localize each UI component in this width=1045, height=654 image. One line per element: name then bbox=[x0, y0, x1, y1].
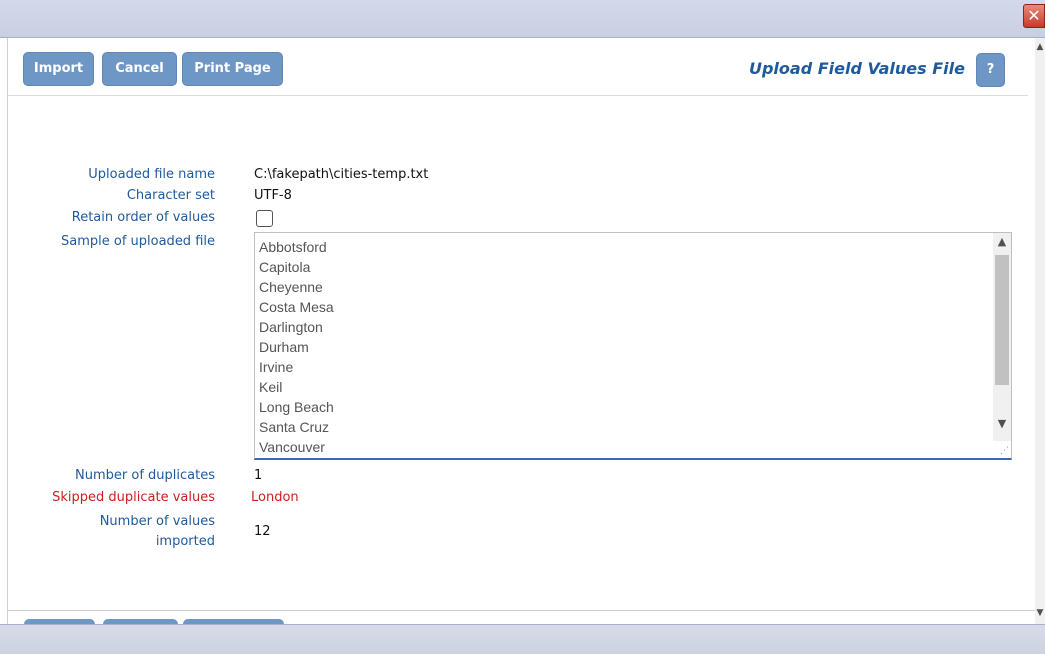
sample-line: Cheyenne bbox=[259, 279, 323, 295]
sample-textarea[interactable]: Abbotsford Capitola Cheyenne Costa Mesa Darl… bbox=[254, 232, 1012, 460]
retain-order-row: Retain order of values bbox=[8, 210, 1008, 230]
sample-scrollbar[interactable]: ▲ ▼ bbox=[993, 233, 1011, 441]
charset-label: Character set bbox=[126, 188, 215, 203]
file-name-row: Uploaded file name C:\fakepath\cities-te… bbox=[8, 167, 1008, 187]
bottom-divider bbox=[7, 610, 1035, 611]
duplicates-row: Number of duplicates 1 bbox=[8, 468, 1008, 488]
duplicates-label: Number of duplicates bbox=[75, 468, 215, 483]
dialog-title: Upload Field Values File bbox=[748, 59, 965, 78]
duplicates-value: 1 bbox=[254, 468, 263, 483]
sample-line: Capitola bbox=[259, 259, 311, 275]
toolbar: Import Cancel Print Page Upload Field Va… bbox=[8, 38, 1028, 96]
chevron-up-icon[interactable]: ▲ bbox=[1035, 42, 1045, 52]
imported-label-line2: imported bbox=[155, 534, 215, 549]
chevron-down-icon[interactable]: ▼ bbox=[993, 415, 1011, 433]
window-title-bar: ✕ bbox=[0, 0, 1045, 38]
chevron-up-icon[interactable]: ▲ bbox=[993, 233, 1011, 251]
sample-line: Irvine bbox=[259, 359, 294, 375]
imported-row: Number of values imported 12 bbox=[8, 512, 1008, 552]
charset-row: Character set UTF-8 bbox=[8, 188, 1008, 208]
import-button[interactable]: Import bbox=[23, 52, 94, 86]
sample-line: Darlington bbox=[259, 319, 323, 335]
sample-line: Long Beach bbox=[259, 399, 334, 415]
dialog-frame: Import Cancel Print Page Upload Field Va… bbox=[7, 38, 1035, 624]
scrollbar-thumb[interactable] bbox=[995, 255, 1009, 385]
retain-order-checkbox[interactable] bbox=[256, 210, 273, 227]
imported-value: 12 bbox=[254, 524, 271, 539]
close-icon[interactable]: ✕ bbox=[1023, 4, 1045, 28]
chevron-down-icon[interactable]: ▼ bbox=[1035, 608, 1045, 618]
sample-line: Vancouver bbox=[259, 439, 325, 455]
skipped-value: London bbox=[251, 490, 299, 505]
help-button[interactable]: ? bbox=[976, 53, 1005, 87]
file-name-label: Uploaded file name bbox=[88, 167, 215, 182]
sample-line: Santa Cruz bbox=[259, 419, 330, 435]
status-bar bbox=[0, 624, 1045, 654]
sample-line: Abbotsford bbox=[259, 239, 327, 255]
charset-value: UTF-8 bbox=[254, 188, 292, 203]
sample-line: Keil bbox=[259, 379, 283, 395]
file-name-value: C:\fakepath\cities-temp.txt bbox=[254, 167, 429, 182]
sample-label: Sample of uploaded file bbox=[61, 234, 215, 249]
skipped-row: Skipped duplicate values London bbox=[8, 490, 1008, 510]
skipped-label: Skipped duplicate values bbox=[52, 490, 215, 505]
sample-lines: Abbotsford Capitola Cheyenne Costa Mesa Darl… bbox=[259, 237, 334, 457]
resize-grip-icon[interactable]: ⋰ bbox=[1000, 446, 1009, 456]
imported-label-line1: Number of values bbox=[99, 514, 215, 529]
sample-line: Durham bbox=[259, 339, 309, 355]
retain-order-label: Retain order of values bbox=[71, 210, 215, 225]
imported-label: Number of values imported bbox=[100, 512, 215, 552]
print-page-button[interactable]: Print Page bbox=[182, 52, 283, 86]
sample-line: Costa Mesa bbox=[259, 299, 334, 315]
page-scrollbar[interactable]: ▲ ▼ bbox=[1035, 38, 1045, 624]
cancel-button[interactable]: Cancel bbox=[102, 52, 177, 86]
